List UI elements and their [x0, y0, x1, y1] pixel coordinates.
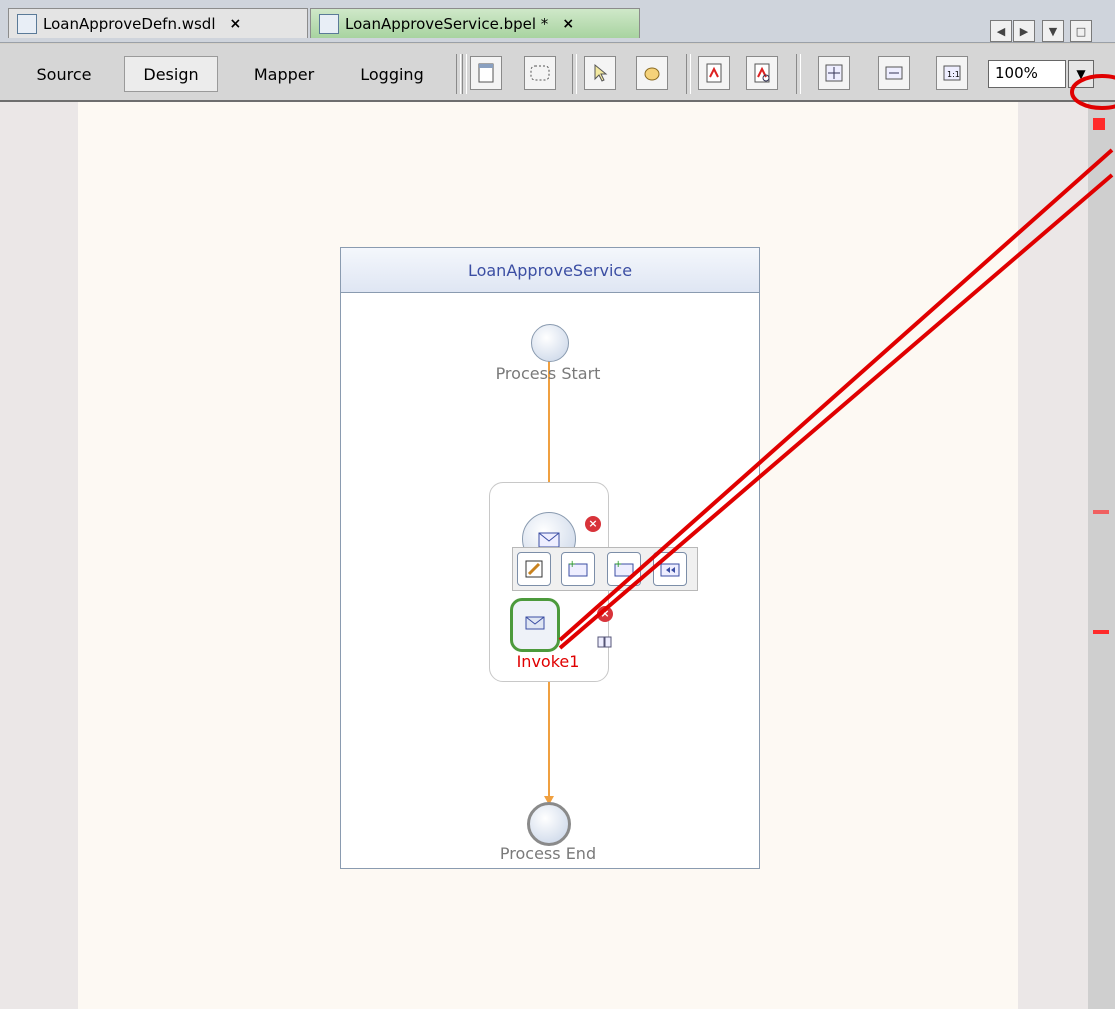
callout-annotation: [558, 74, 1115, 650]
